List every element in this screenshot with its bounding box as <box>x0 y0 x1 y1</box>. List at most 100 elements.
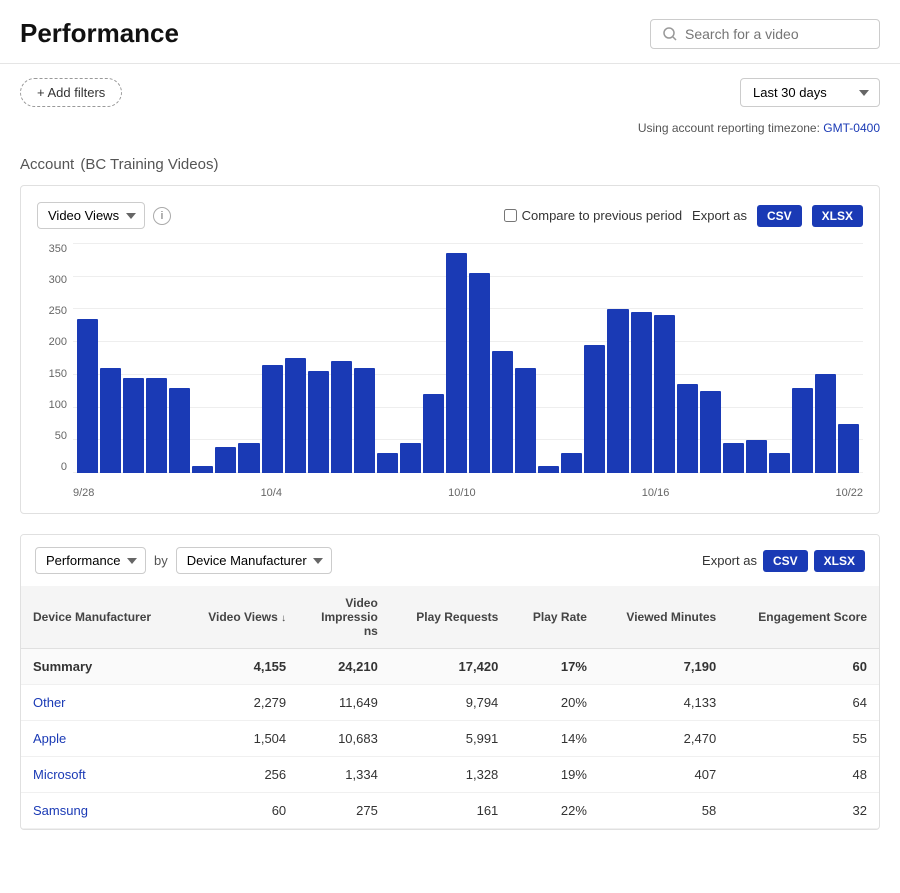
bar[interactable] <box>100 368 121 473</box>
table-toolbar: Performance by Device Manufacturer Expor… <box>21 535 879 586</box>
bar[interactable] <box>631 312 652 473</box>
bar[interactable] <box>215 447 236 473</box>
col-play-requests[interactable]: Play Requests <box>390 586 510 649</box>
row-name[interactable]: Microsoft <box>21 757 182 793</box>
bar[interactable] <box>123 378 144 473</box>
dimension-select[interactable]: Device Manufacturer <box>176 547 332 574</box>
row-value: 55 <box>728 721 879 757</box>
bars-wrapper <box>73 243 863 473</box>
col-play-rate[interactable]: Play Rate <box>510 586 599 649</box>
bar[interactable] <box>308 371 329 473</box>
chart-container: Video Views i Compare to previous period… <box>20 185 880 514</box>
bar[interactable] <box>677 384 698 473</box>
table-header: Device ManufacturerVideo Views ↓VideoImp… <box>21 586 879 649</box>
table-row: Other2,27911,6499,79420%4,13364 <box>21 685 879 721</box>
row-value: 5,991 <box>390 721 510 757</box>
row-value: 64 <box>728 685 879 721</box>
account-section: Account (BC Training Videos) <box>0 143 900 185</box>
timezone-link[interactable]: GMT-0400 <box>823 121 880 135</box>
row-value: 2,279 <box>182 685 298 721</box>
date-range-select[interactable]: Last 30 days Last 7 days Last 90 days Cu… <box>740 78 880 107</box>
table-toolbar-left: Performance by Device Manufacturer <box>35 547 332 574</box>
y-axis-label: 200 <box>37 336 67 348</box>
row-value: 22% <box>510 793 599 829</box>
page-header: Performance <box>0 0 900 64</box>
bar[interactable] <box>584 345 605 473</box>
row-value: 256 <box>182 757 298 793</box>
metric-select[interactable]: Video Views <box>37 202 145 229</box>
row-name[interactable]: Apple <box>21 721 182 757</box>
x-axis: 9/2810/410/1010/1610/22 <box>73 475 863 503</box>
table-row: Samsung6027516122%5832 <box>21 793 879 829</box>
bar[interactable] <box>331 361 352 473</box>
bar[interactable] <box>654 315 675 473</box>
timezone-note: Using account reporting timezone: GMT-04… <box>0 121 900 143</box>
row-value: 11,649 <box>298 685 390 721</box>
summary-value: 17,420 <box>390 649 510 685</box>
search-input[interactable] <box>685 26 867 42</box>
info-icon[interactable]: i <box>153 207 171 225</box>
bar[interactable] <box>377 453 398 473</box>
bar[interactable] <box>354 368 375 473</box>
performance-select[interactable]: Performance <box>35 547 146 574</box>
bar[interactable] <box>515 368 536 473</box>
bar[interactable] <box>607 309 628 473</box>
bar[interactable] <box>815 374 836 473</box>
chart-export-xlsx-button[interactable]: XLSX <box>812 205 863 227</box>
row-name[interactable]: Other <box>21 685 182 721</box>
bar[interactable] <box>446 253 467 473</box>
col-video-impressions[interactable]: VideoImpressions <box>298 586 390 649</box>
bar[interactable] <box>492 351 513 473</box>
chart-controls-right: Compare to previous period Export as CSV… <box>504 205 863 227</box>
row-value: 1,328 <box>390 757 510 793</box>
bar[interactable] <box>192 466 213 473</box>
header-row: Device ManufacturerVideo Views ↓VideoImp… <box>21 586 879 649</box>
bar[interactable] <box>723 443 744 473</box>
bar[interactable] <box>262 365 283 473</box>
bar[interactable] <box>769 453 790 473</box>
y-axis-label: 100 <box>37 399 67 411</box>
col-viewed-minutes[interactable]: Viewed Minutes <box>599 586 728 649</box>
col-engagement-score[interactable]: Engagement Score <box>728 586 879 649</box>
bar[interactable] <box>423 394 444 473</box>
compare-period-checkbox[interactable] <box>504 209 517 222</box>
bar[interactable] <box>238 443 259 473</box>
row-name[interactable]: Samsung <box>21 793 182 829</box>
col-video-views[interactable]: Video Views ↓ <box>182 586 298 649</box>
row-value: 32 <box>728 793 879 829</box>
data-table: Device ManufacturerVideo Views ↓VideoImp… <box>21 586 879 829</box>
table-export-xlsx-button[interactable]: XLSX <box>814 550 865 572</box>
bar[interactable] <box>469 273 490 473</box>
page-title: Performance <box>20 18 179 49</box>
bar[interactable] <box>746 440 767 473</box>
row-value: 2,470 <box>599 721 728 757</box>
bar[interactable] <box>792 388 813 473</box>
bar[interactable] <box>169 388 190 473</box>
export-as-label: Export as <box>692 208 747 223</box>
bar[interactable] <box>838 424 859 473</box>
bar[interactable] <box>400 443 421 473</box>
bar[interactable] <box>561 453 582 473</box>
add-filters-button[interactable]: + Add filters <box>20 78 122 107</box>
bar[interactable] <box>77 319 98 473</box>
bar[interactable] <box>538 466 559 473</box>
summary-row: Summary4,15524,21017,42017%7,19060 <box>21 649 879 685</box>
table-export-csv-button[interactable]: CSV <box>763 550 808 572</box>
filters-toolbar: + Add filters Last 30 days Last 7 days L… <box>0 64 900 121</box>
col-device-manufacturer: Device Manufacturer <box>21 586 182 649</box>
row-value: 161 <box>390 793 510 829</box>
table-export-label: Export as <box>702 553 757 568</box>
bar[interactable] <box>146 378 167 473</box>
row-value: 275 <box>298 793 390 829</box>
bar[interactable] <box>700 391 721 473</box>
bar[interactable] <box>285 358 306 473</box>
search-box[interactable] <box>650 19 880 49</box>
summary-value: 60 <box>728 649 879 685</box>
summary-label: Summary <box>21 649 182 685</box>
compare-checkbox[interactable]: Compare to previous period <box>504 208 682 223</box>
x-axis-label: 10/22 <box>835 487 863 499</box>
row-value: 4,133 <box>599 685 728 721</box>
row-value: 10,683 <box>298 721 390 757</box>
chart-controls: Video Views i Compare to previous period… <box>37 202 863 229</box>
chart-export-csv-button[interactable]: CSV <box>757 205 802 227</box>
